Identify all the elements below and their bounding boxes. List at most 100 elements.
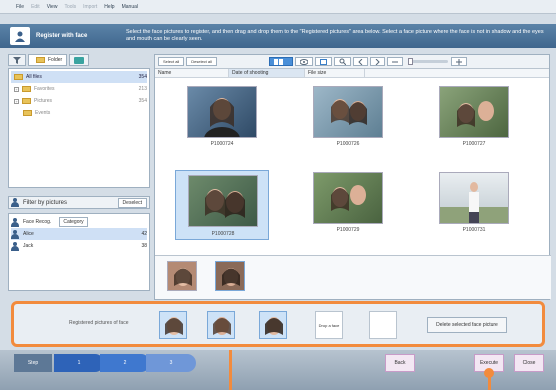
tree-item-count: 354 xyxy=(138,74,147,80)
header-banner: Register with face Select the face pictu… xyxy=(0,24,556,48)
face-candidate-thumbnail[interactable] xyxy=(215,261,245,291)
menu-import[interactable]: Import xyxy=(83,4,97,10)
tree-item-events[interactable]: Events xyxy=(11,107,147,119)
tree-item-favorites[interactable]: + Favorites 213 xyxy=(11,83,147,95)
frame-button[interactable] xyxy=(314,57,332,66)
column-name[interactable]: Name xyxy=(155,69,229,77)
tree-item-label: Events xyxy=(35,110,51,116)
instruction-text: Select the face pictures to register, an… xyxy=(126,29,544,42)
column-headers: Name Date of shooting File size xyxy=(155,69,549,78)
menu-view[interactable]: View xyxy=(47,4,58,10)
photo-image xyxy=(439,86,509,138)
tab-media[interactable] xyxy=(69,54,90,66)
tree-item-label: Favorites xyxy=(34,86,55,92)
photo-grid: P1000724 P1000726 P1000727 P1000728 P100… xyxy=(155,78,549,254)
folder-icon xyxy=(22,98,31,104)
photo-thumbnail[interactable]: P1000726 xyxy=(305,86,391,150)
menu-edit[interactable]: Edit xyxy=(31,4,40,10)
zoom-in-icon xyxy=(455,58,462,65)
photo-image xyxy=(187,86,257,138)
footer-bar: Step 1 2 3 Back Execute Close xyxy=(0,350,556,390)
registered-face-thumbnail[interactable] xyxy=(259,311,287,339)
media-icon xyxy=(74,56,85,64)
zoom-in-button[interactable] xyxy=(450,57,467,66)
folder-icon xyxy=(14,74,23,80)
tree-item-count: 213 xyxy=(138,86,147,92)
search-button[interactable] xyxy=(333,57,351,66)
zoom-slider-handle[interactable] xyxy=(407,58,413,65)
registered-face-thumbnail[interactable] xyxy=(207,311,235,339)
zoom-slider[interactable] xyxy=(407,58,448,65)
photo-thumbnail[interactable]: P1000731 xyxy=(431,172,517,236)
tree-item-label: All files xyxy=(26,74,42,80)
menu-file[interactable]: File xyxy=(16,4,24,10)
folder-icon xyxy=(22,86,31,92)
face-item-name: Alice xyxy=(23,231,34,237)
tree-item-all-files[interactable]: All files 354 xyxy=(11,71,147,83)
tab-filter-icon[interactable] xyxy=(8,54,26,66)
category-button[interactable]: Category xyxy=(59,217,88,227)
photo-thumbnail[interactable]: P1000724 xyxy=(179,86,265,150)
photo-caption: P1000729 xyxy=(336,227,360,233)
step-3: 3 xyxy=(146,354,196,372)
face-item-jack[interactable]: Jack 38 xyxy=(11,240,147,252)
tab-face-recog[interactable]: Face Recog. xyxy=(23,219,51,225)
tree-item-pictures[interactable]: + Pictures 354 xyxy=(11,95,147,107)
thumbnail-browser: Select all Deselect all Name Date of sho… xyxy=(154,54,551,300)
frame-icon xyxy=(319,58,327,65)
face-candidate-thumbnail[interactable] xyxy=(167,261,197,291)
photo-caption: P1000726 xyxy=(336,141,360,147)
delete-face-button[interactable]: Delete selected face picture xyxy=(427,317,507,333)
step-2: 2 xyxy=(100,354,150,372)
photo-thumbnail[interactable]: P1000727 xyxy=(431,86,517,150)
zoom-out-button[interactable] xyxy=(386,57,403,66)
deselect-button[interactable]: Deselect xyxy=(117,197,147,208)
select-all-button[interactable]: Select all xyxy=(158,57,185,66)
next-button[interactable] xyxy=(369,57,385,66)
deselect-all-button[interactable]: Deselect all xyxy=(186,57,217,66)
photo-thumbnail-selected[interactable]: P1000728 xyxy=(175,170,269,240)
menu-bar: File Edit View Tools Import Help Manual xyxy=(0,0,556,14)
callout-dot xyxy=(484,368,494,378)
prev-button[interactable] xyxy=(352,57,368,66)
folder-icon xyxy=(36,57,45,63)
empty-face-slot[interactable] xyxy=(369,311,397,339)
step-label: Step xyxy=(14,354,52,372)
drop-face-slot[interactable]: Drop a face xyxy=(315,311,343,339)
person-icon xyxy=(11,198,19,207)
folder-tree: All files 354 + Favorites 213 + Pictures… xyxy=(8,68,150,188)
registered-face-thumbnail[interactable] xyxy=(159,311,187,339)
menu-tools[interactable]: Tools xyxy=(64,4,76,10)
face-tab-row: Face Recog. Category xyxy=(11,216,147,228)
eye-button[interactable] xyxy=(294,57,313,66)
chevron-right-icon xyxy=(375,58,380,65)
view-mode-button[interactable] xyxy=(268,57,293,66)
filter-icon xyxy=(13,57,21,64)
face-item-alice[interactable]: Alice 42 xyxy=(11,228,147,240)
close-button[interactable]: Close xyxy=(514,354,544,372)
photo-image xyxy=(313,86,383,138)
face-item-count: 38 xyxy=(141,243,147,249)
expand-icon[interactable]: + xyxy=(14,98,19,104)
tab-folder-label: Folder xyxy=(48,57,63,63)
source-tabs: Folder xyxy=(8,54,150,66)
eye-icon xyxy=(299,58,308,65)
search-icon xyxy=(339,58,346,65)
menu-help[interactable]: Help xyxy=(104,4,114,10)
face-list: Face Recog. Category Alice 42 Jack 38 xyxy=(8,213,150,291)
browser-toolbar: Select all Deselect all xyxy=(155,55,549,69)
filter-label: Filter by pictures xyxy=(23,199,68,206)
back-button[interactable]: Back xyxy=(385,354,415,372)
column-date[interactable]: Date of shooting xyxy=(229,69,305,77)
menu-manual[interactable]: Manual xyxy=(122,4,138,10)
expand-icon[interactable]: + xyxy=(14,86,19,92)
tree-item-label: Pictures xyxy=(34,98,53,104)
column-size[interactable]: File size xyxy=(305,69,365,77)
grid-view-icon xyxy=(273,58,283,65)
register-face-icon xyxy=(10,27,30,45)
registered-pictures-area[interactable]: Registered pictures of face Drop a face … xyxy=(11,301,545,347)
tab-folder[interactable]: Folder xyxy=(28,54,68,66)
photo-thumbnail[interactable]: P1000729 xyxy=(305,172,391,236)
photo-caption: P1000727 xyxy=(462,141,486,147)
person-icon xyxy=(11,217,19,227)
